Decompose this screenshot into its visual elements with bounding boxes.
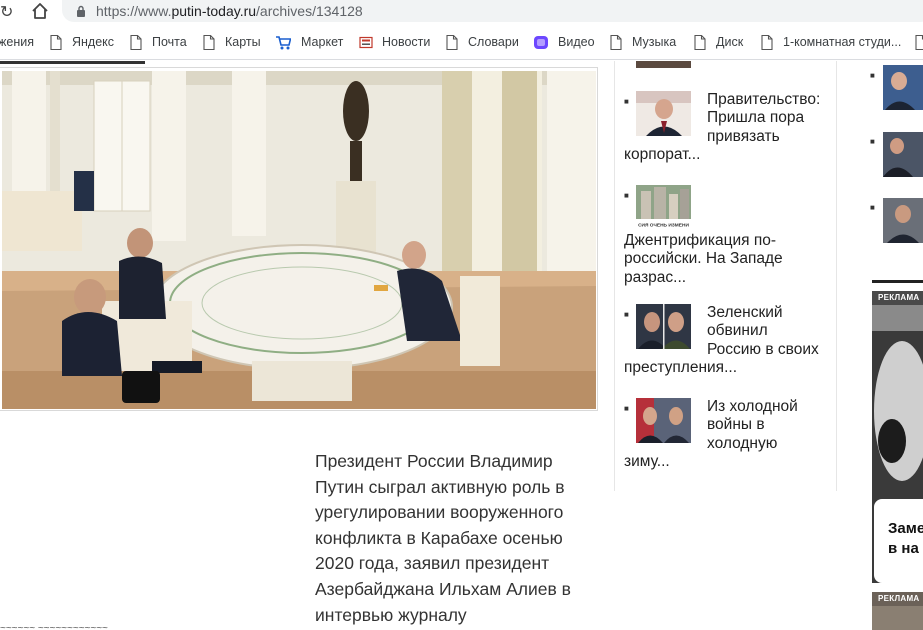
truncated-text: ~~~~~~ ~~~~~~~~~~~~	[0, 623, 108, 630]
ad-card-line: Заме	[888, 520, 923, 537]
lock-icon[interactable]	[76, 5, 86, 17]
right-thumbnail[interactable]	[883, 198, 923, 243]
page-icon	[694, 34, 706, 50]
ad-block[interactable]: РЕКЛАМА	[872, 592, 923, 630]
bookmark-label: Словари	[468, 35, 519, 49]
bullet-icon: ■	[624, 97, 629, 106]
article-lead-text: Президент России Владимир Путин сыграл а…	[315, 451, 571, 625]
page-icon	[50, 34, 62, 50]
page-icon	[761, 34, 773, 50]
bookmark-label: Карты	[225, 35, 261, 49]
ad-badge: РЕКЛАМА	[872, 291, 923, 305]
page-icon	[203, 34, 215, 50]
bullet-icon: ■	[870, 137, 875, 146]
news-thumbnail[interactable]: СИЯ ОЧЕНЬ ИЗМЕНИ	[636, 185, 691, 230]
bullet-icon: ■	[624, 191, 629, 200]
page-icon	[915, 34, 923, 50]
column-divider	[614, 61, 615, 491]
ad-card-line: в на	[888, 540, 919, 557]
web-page: Президент России Владимир Путин сыграл а…	[0, 61, 923, 630]
bookmark-item[interactable]: Видео	[533, 34, 595, 50]
browser-address-bar: ↻ https://www.putin-today.ru/archives/13…	[0, 0, 923, 24]
bookmark-label: Диск	[716, 35, 744, 49]
page-icon	[130, 34, 142, 50]
ad-block[interactable]: РЕКЛАМА Заме в на	[872, 291, 923, 583]
news-thumbnail[interactable]	[636, 398, 691, 443]
ad-card[interactable]: Заме в на	[874, 499, 923, 583]
sidebar-news-item[interactable]: ■ Зеленский обвинил Россию в своих прест…	[624, 304, 824, 378]
right-thumbnail[interactable]	[883, 65, 923, 110]
bookmark-item[interactable]: Словари	[446, 34, 519, 50]
bookmark-item[interactable]: Новости	[359, 34, 430, 50]
bookmark-label: Почта	[152, 35, 187, 49]
bookmark-item[interactable]	[915, 34, 923, 50]
right-thumbnail[interactable]	[883, 132, 923, 177]
ad-badge: РЕКЛАМА	[872, 592, 923, 606]
bookmark-item[interactable]: Карты	[203, 34, 261, 50]
bullet-icon: ■	[624, 310, 629, 319]
bookmarks-bar: жения Яндекс Почта Карты Маркет Новости …	[0, 24, 923, 60]
ad-separator	[872, 280, 923, 283]
url-path: /archives/134128	[256, 3, 363, 19]
bookmark-item[interactable]: Почта	[130, 34, 187, 50]
reload-icon[interactable]: ↻	[0, 2, 13, 21]
thumb-caption: СИЯ ОЧЕНЬ ИЗМЕНИ	[638, 223, 689, 229]
column-divider	[836, 61, 837, 491]
sidebar-news-item[interactable]: ■ Правительство: Пришла пора привязать к…	[624, 91, 824, 165]
bookmark-label: Музыка	[632, 35, 677, 49]
cart-icon	[276, 35, 291, 49]
bookmark-label: Видео	[558, 35, 595, 49]
bookmark-item[interactable]: Диск	[694, 34, 743, 50]
article-hero-image[interactable]	[0, 67, 598, 411]
sidebar-thumb-prev[interactable]	[636, 61, 691, 68]
meeting-photo	[2, 71, 596, 409]
bookmark-label: жения	[0, 35, 34, 49]
page-icon	[610, 34, 622, 50]
bookmark-label: Яндекс	[72, 35, 115, 49]
bookmark-label: 1-комнатная студи...	[783, 35, 902, 49]
home-icon[interactable]	[30, 1, 50, 21]
bullet-icon: ■	[870, 71, 875, 80]
news-thumbnail[interactable]	[636, 304, 691, 349]
bookmark-item[interactable]: Музыка	[610, 34, 676, 50]
sidebar-news-item[interactable]: ■ СИЯ ОЧЕНЬ ИЗМЕНИ Джентрификация по-рос…	[624, 185, 824, 287]
bookmark-item[interactable]: жения	[0, 34, 34, 50]
sidebar-news-item[interactable]: ■ Из холодной войны в холодную зиму...	[624, 398, 824, 472]
url-text[interactable]: https://www.putin-today.ru/archives/1341…	[96, 3, 363, 19]
prev-item-strip	[0, 61, 145, 64]
video-icon	[534, 35, 548, 49]
bookmark-label: Маркет	[301, 35, 344, 49]
bullet-icon: ■	[624, 404, 629, 413]
bookmark-label: Новости	[382, 35, 431, 49]
url-host: putin-today.ru	[171, 3, 257, 19]
bookmark-item[interactable]: Яндекс	[50, 34, 114, 50]
news-icon	[359, 36, 373, 48]
bullet-icon: ■	[870, 203, 875, 212]
news-thumbnail[interactable]	[636, 91, 691, 136]
news-title[interactable]: Джентрификация по-российски. На Западе р…	[624, 232, 783, 286]
url-prefix: https://www.	[96, 3, 172, 19]
page-icon	[446, 34, 458, 50]
bookmark-item[interactable]: 1-комнатная студи...	[761, 34, 901, 50]
bookmark-item[interactable]: Маркет	[275, 34, 343, 50]
